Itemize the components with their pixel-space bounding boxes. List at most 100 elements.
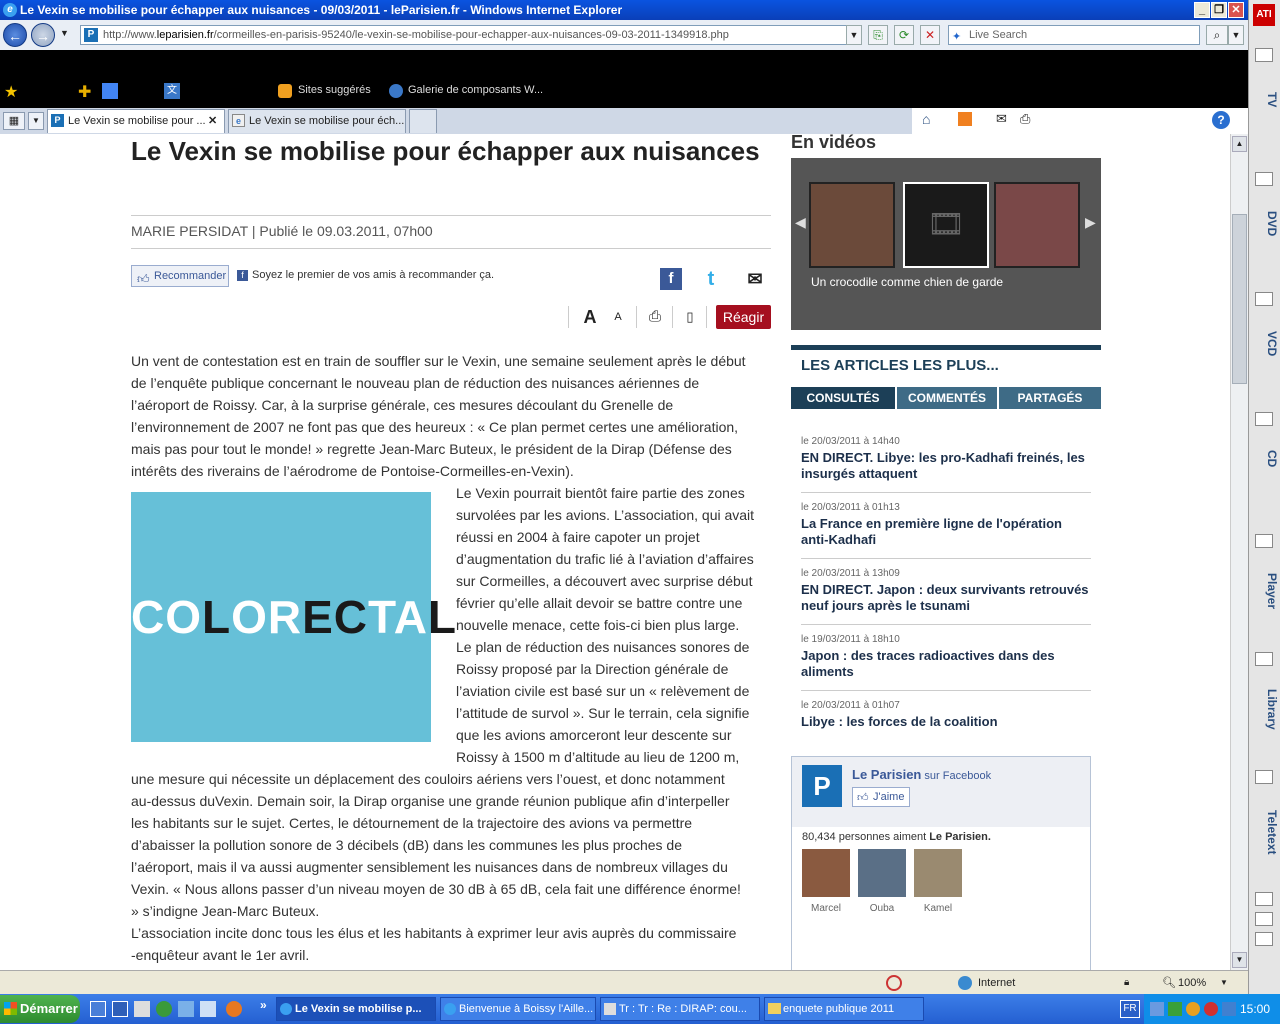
taskbar-item-folder[interactable]: enquete publique 2011 bbox=[764, 997, 924, 1021]
avatar[interactable] bbox=[802, 849, 850, 897]
taskbar-item-ie[interactable]: Le Vexin se mobilise p... bbox=[276, 997, 436, 1021]
search-input[interactable]: ✦ Live Search bbox=[948, 25, 1200, 45]
taskbar-item-mail[interactable]: Tr : Tr : Re : DIRAP: cou... bbox=[600, 997, 760, 1021]
tab-article-2[interactable]: e Le Vexin se mobilise pour éch... bbox=[228, 109, 406, 133]
item-title[interactable]: Japon : des traces radioactives dans des… bbox=[801, 648, 1091, 680]
media-tv[interactable]: TV bbox=[1251, 70, 1279, 130]
compat-view-icon[interactable]: ⎘ bbox=[868, 25, 888, 45]
quicklaunch-more-icon[interactable]: » bbox=[260, 998, 267, 1012]
font-decrease-button[interactable]: A bbox=[610, 306, 626, 328]
media-dvd[interactable]: DVD bbox=[1251, 194, 1279, 254]
tab-commentes[interactable]: COMMENTÉS bbox=[897, 387, 997, 409]
favorites-item-gallery[interactable]: Galerie de composants W... bbox=[408, 84, 543, 96]
tab-consultes[interactable]: CONSULTÉS bbox=[791, 387, 895, 409]
media-vcd[interactable]: VCD bbox=[1251, 314, 1279, 374]
item-title[interactable]: EN DIRECT. Japon : deux survivants retro… bbox=[801, 582, 1091, 614]
list-item[interactable]: le 20/03/2011 à 01h13 La France en premi… bbox=[801, 502, 1091, 548]
twitter-icon[interactable]: t bbox=[700, 268, 722, 290]
tab-article-active[interactable]: P Le Vexin se mobilise pour ... ✕ bbox=[47, 109, 225, 133]
carousel-prev-icon[interactable]: ◀ bbox=[795, 214, 806, 231]
avatar[interactable] bbox=[914, 849, 962, 897]
protected-mode-icon[interactable]: 🔒︎ bbox=[1124, 971, 1129, 995]
quicklaunch-icon[interactable] bbox=[90, 1001, 106, 1017]
fan-name[interactable]: Marcel bbox=[802, 903, 850, 914]
media-library[interactable]: Library bbox=[1251, 674, 1279, 744]
quicklaunch-icon[interactable] bbox=[134, 1001, 150, 1017]
page-name[interactable]: Le Parisien bbox=[852, 767, 921, 782]
cd-icon[interactable] bbox=[1255, 412, 1273, 426]
new-tab-button[interactable] bbox=[409, 109, 437, 133]
list-item[interactable]: le 20/03/2011 à 13h09 EN DIRECT. Japon :… bbox=[801, 568, 1091, 614]
player-icon[interactable] bbox=[1255, 534, 1273, 548]
clock[interactable]: 15:00 bbox=[1240, 1002, 1270, 1016]
tray-icon[interactable] bbox=[1150, 1002, 1164, 1016]
film-icon[interactable]: 🎞︎ bbox=[903, 182, 989, 268]
fan-name[interactable]: Kamel bbox=[914, 903, 962, 914]
start-button[interactable]: Démarrer bbox=[0, 995, 80, 1023]
stop-icon[interactable]: ✕ bbox=[920, 25, 940, 45]
home-icon[interactable]: ⌂ bbox=[922, 111, 930, 127]
forward-button[interactable]: → bbox=[31, 23, 55, 47]
media-cd[interactable]: CD bbox=[1251, 434, 1279, 484]
dvd-icon[interactable] bbox=[1255, 172, 1273, 186]
recommend-button[interactable]: 👍︎ Recommander bbox=[131, 265, 229, 287]
taskbar-item-boissy[interactable]: Bienvenue à Boissy l'Aille... bbox=[440, 997, 596, 1021]
video-thumbnail-3[interactable] bbox=[994, 182, 1080, 268]
privacy-icon[interactable] bbox=[886, 975, 902, 991]
font-increase-button[interactable]: A bbox=[580, 306, 600, 328]
tray-icon[interactable] bbox=[1222, 1002, 1236, 1016]
teletext-icon[interactable] bbox=[1255, 770, 1273, 784]
print-article-icon[interactable]: ⎙ bbox=[645, 306, 665, 328]
avatar[interactable] bbox=[858, 849, 906, 897]
list-item[interactable]: le 20/03/2011 à 14h40 EN DIRECT. Libye: … bbox=[801, 436, 1091, 482]
add-favorites-icon[interactable]: ✚ bbox=[78, 82, 91, 102]
list-item[interactable]: le 20/03/2011 à 01h07 Libye : les forces… bbox=[801, 700, 1091, 730]
media-teletext[interactable]: Teletext bbox=[1251, 792, 1279, 872]
search-options-icon[interactable]: ▼ bbox=[1228, 25, 1244, 45]
quicklaunch-icon[interactable] bbox=[112, 1001, 128, 1017]
quicklaunch-icon[interactable] bbox=[178, 1001, 194, 1017]
email-share-icon[interactable]: ✉ bbox=[744, 268, 766, 290]
video-caption[interactable]: Un crocodile comme chien de garde bbox=[811, 275, 1003, 289]
minimize-button[interactable]: _ bbox=[1194, 2, 1210, 18]
item-title[interactable]: Libye : les forces de la coalition bbox=[801, 714, 1091, 730]
tab-partages[interactable]: PARTAGÉS bbox=[999, 387, 1101, 409]
help-icon[interactable]: ? bbox=[1212, 111, 1230, 129]
tv-icon[interactable] bbox=[1255, 48, 1273, 62]
facebook-share-icon[interactable]: f bbox=[660, 268, 682, 290]
zoom-icon[interactable]: 🔍︎ bbox=[1162, 971, 1176, 995]
tray-icon[interactable] bbox=[1186, 1002, 1200, 1016]
google-icon[interactable] bbox=[102, 83, 118, 99]
tray-icon[interactable] bbox=[1168, 1002, 1182, 1016]
zoom-level[interactable]: 100% bbox=[1178, 971, 1206, 995]
facebook-like-button[interactable]: 👍︎ J'aime bbox=[852, 787, 910, 807]
tab-list-icon[interactable]: ▼ bbox=[28, 112, 44, 130]
vcd-icon[interactable] bbox=[1255, 292, 1273, 306]
close-tab-icon[interactable]: ✕ bbox=[208, 110, 217, 132]
mail-icon[interactable]: ✉ bbox=[996, 111, 1007, 127]
address-bar[interactable]: P http://www.leparisien.fr/cormeilles-en… bbox=[80, 25, 862, 45]
feeds-icon[interactable] bbox=[958, 112, 972, 126]
quicklaunch-icon[interactable] bbox=[156, 1001, 172, 1017]
leparisien-logo[interactable]: P bbox=[802, 765, 842, 807]
library-icon[interactable] bbox=[1255, 652, 1273, 666]
media-player[interactable]: Player bbox=[1251, 556, 1279, 626]
address-dropdown-icon[interactable]: ▼ bbox=[846, 25, 862, 45]
checkbox-icon[interactable] bbox=[1255, 892, 1273, 906]
close-button[interactable]: ✕ bbox=[1228, 2, 1244, 18]
quick-tabs-icon[interactable]: ▦ bbox=[3, 112, 25, 130]
vertical-scrollbar[interactable]: ▲ ▼ bbox=[1230, 134, 1248, 970]
favorites-star-icon[interactable]: ★ bbox=[4, 82, 18, 102]
refresh-icon[interactable]: ⟳ bbox=[894, 25, 914, 45]
fan-name[interactable]: Ouba bbox=[858, 903, 906, 914]
search-icon[interactable]: ⌕ bbox=[1206, 25, 1228, 45]
list-icon[interactable] bbox=[1255, 912, 1273, 926]
quicklaunch-icon[interactable] bbox=[200, 1001, 216, 1017]
item-title[interactable]: EN DIRECT. Libye: les pro-Kadhafi freiné… bbox=[801, 450, 1091, 482]
carousel-next-icon[interactable]: ▶ bbox=[1085, 214, 1096, 231]
facebook-page-name[interactable]: Le Parisien sur Facebook bbox=[852, 767, 991, 782]
scroll-up-icon[interactable]: ▲ bbox=[1232, 136, 1247, 152]
list-item[interactable]: le 19/03/2011 à 18h10 Japon : des traces… bbox=[801, 634, 1091, 680]
language-indicator[interactable]: FR bbox=[1120, 1000, 1140, 1018]
firefox-icon[interactable] bbox=[226, 1001, 242, 1017]
